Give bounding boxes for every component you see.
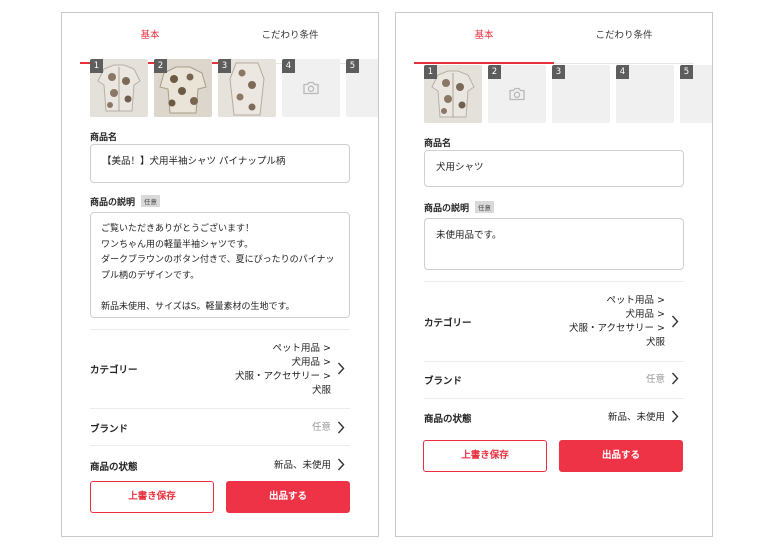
list-item-button[interactable]: 出品する xyxy=(226,481,350,513)
listing-form-edit-panel: 基本 こだわり条件 1 2 3 4 5 商品名 【美品！】犬用半袖シャツ パイナ… xyxy=(61,12,379,537)
description-label-text: 商品の説明 xyxy=(424,204,470,214)
photo-number: 2 xyxy=(488,65,501,79)
chevron-right-icon xyxy=(337,421,345,434)
photo-slot-3[interactable]: 3 xyxy=(218,59,276,117)
brand-label: ブランド xyxy=(424,376,463,387)
tab-bar: 基本 こだわり条件 xyxy=(80,23,360,64)
description-label: 商品の説明 任意 xyxy=(90,195,161,208)
condition-value: 新品、未使用 xyxy=(607,412,665,423)
list-item-button[interactable]: 出品する xyxy=(559,440,683,472)
item-name-label: 商品名 xyxy=(424,139,452,149)
photo-slot-4[interactable]: 4 xyxy=(616,65,674,123)
photo-slot-1[interactable]: 1 xyxy=(424,65,482,123)
chevron-right-icon xyxy=(671,315,679,328)
condition-value: 新品、未使用 xyxy=(273,460,331,471)
description-textarea[interactable]: 未使用品です。 xyxy=(424,218,684,270)
overwrite-save-button[interactable]: 上書き保存 xyxy=(423,440,547,472)
category-label: カテゴリー xyxy=(90,365,138,376)
brand-label: ブランド xyxy=(90,424,129,435)
photo-slot-1[interactable]: 1 xyxy=(90,59,148,117)
photo-slot-2[interactable]: 2 xyxy=(154,59,212,117)
photo-strip[interactable]: 1 2 3 4 5 xyxy=(424,65,712,125)
camera-icon xyxy=(303,81,319,95)
divider xyxy=(90,445,350,446)
condition-label: 商品の状態 xyxy=(424,414,472,425)
chevron-right-icon xyxy=(671,410,679,423)
photo-strip[interactable]: 1 2 3 4 5 xyxy=(90,59,378,119)
tab-preferences[interactable]: こだわり条件 xyxy=(554,23,694,63)
tab-basic[interactable]: 基本 xyxy=(414,23,554,64)
item-name-label: 商品名 xyxy=(90,133,118,143)
photo-slot-5[interactable]: 5 xyxy=(680,65,712,123)
photo-number: 5 xyxy=(346,59,359,73)
chevron-right-icon xyxy=(337,362,345,375)
photo-number: 4 xyxy=(282,59,295,73)
photo-number: 1 xyxy=(90,59,103,73)
condition-label: 商品の状態 xyxy=(90,462,138,473)
brand-value: 任意 xyxy=(645,374,665,385)
tab-bar: 基本 こだわり条件 xyxy=(414,23,694,64)
listing-form-new-panel: 基本 こだわり条件 1 2 3 4 5 商品名 犬用シャツ 商品の説明 任意 未… xyxy=(395,12,713,537)
tab-preferences[interactable]: こだわり条件 xyxy=(220,23,360,63)
description-label: 商品の説明 任意 xyxy=(424,201,495,214)
category-value: ペット用品 > 犬用品 > 犬服・アクセサリー > 犬服 xyxy=(568,295,665,348)
photo-slot-2[interactable]: 2 xyxy=(488,65,546,123)
item-name-input[interactable]: 【美品！】犬用半袖シャツ パイナップル柄 xyxy=(90,144,350,183)
overwrite-save-button[interactable]: 上書き保存 xyxy=(90,481,214,513)
divider xyxy=(424,398,684,399)
photo-slot-3[interactable]: 3 xyxy=(552,65,610,123)
photo-number: 5 xyxy=(680,65,693,79)
divider xyxy=(90,329,350,330)
category-value: ペット用品 > 犬用品 > 犬服・アクセサリー > 犬服 xyxy=(234,343,331,396)
tab-basic[interactable]: 基本 xyxy=(80,23,220,64)
photo-number: 3 xyxy=(552,65,565,79)
item-name-input[interactable]: 犬用シャツ xyxy=(424,150,684,187)
divider xyxy=(424,361,684,362)
photo-slot-4[interactable]: 4 xyxy=(282,59,340,117)
divider xyxy=(424,281,684,282)
photo-number: 1 xyxy=(424,65,437,79)
photo-slot-5[interactable]: 5 xyxy=(346,59,378,117)
chevron-right-icon xyxy=(671,372,679,385)
category-label: カテゴリー xyxy=(424,318,472,329)
optional-badge: 任意 xyxy=(141,195,161,207)
description-textarea[interactable]: ご覧いただきありがとうございます！ ワンちゃん用の軽量半袖シャツです。 ダークブ… xyxy=(90,212,350,318)
photo-number: 2 xyxy=(154,59,167,73)
camera-icon xyxy=(509,87,525,101)
chevron-right-icon xyxy=(337,458,345,471)
photo-number: 4 xyxy=(616,65,629,79)
brand-value: 任意 xyxy=(311,422,331,433)
divider xyxy=(90,408,350,409)
description-label-text: 商品の説明 xyxy=(90,198,136,208)
optional-badge: 任意 xyxy=(475,201,495,213)
photo-number: 3 xyxy=(218,59,231,73)
